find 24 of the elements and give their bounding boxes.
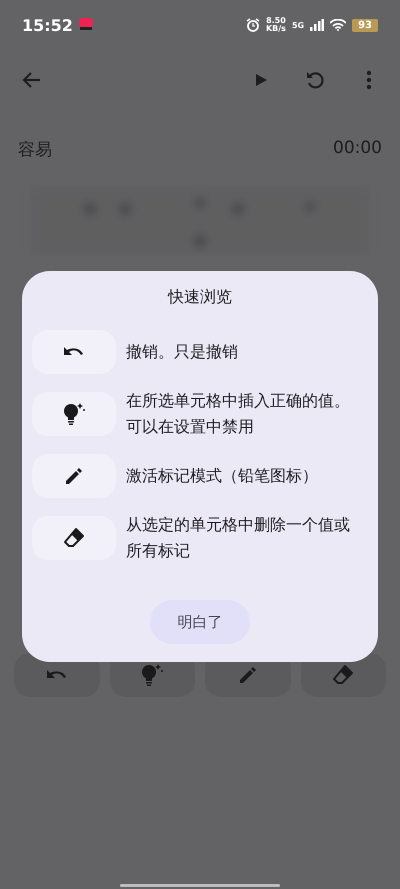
difficulty-label: 容易 (18, 139, 52, 161)
alarm-icon (246, 18, 260, 32)
feature-description: 撤销。只是撤销 (126, 341, 239, 363)
app-notification-icon (78, 18, 93, 32)
feature-description: 在所选单元格中插入正确的值。可以在设置中禁用 (126, 390, 351, 438)
lightbulb-icon (139, 662, 166, 688)
menu-icon[interactable] (366, 70, 372, 90)
network-type: 5G (292, 20, 304, 30)
eraser-icon (63, 527, 85, 549)
battery-level: 93 (352, 18, 378, 32)
pencil-icon (238, 665, 258, 685)
network-speed: 8.50 KB/s (266, 17, 286, 33)
wifi-icon (330, 19, 346, 31)
got-it-button[interactable]: 明白了 (150, 600, 250, 644)
signal-icon (310, 19, 324, 31)
status-time: 15:52 (22, 16, 73, 34)
play-icon[interactable] (254, 73, 268, 87)
lightbulb-icon (61, 401, 87, 427)
pencil-icon (64, 466, 84, 486)
timer: 00:00 (333, 138, 382, 160)
dialog-title: 快速浏览 (168, 287, 232, 308)
feature-description: 激活标记模式（铅笔图标） (126, 465, 319, 487)
feature-description: 从选定的单元格中删除一个值或所有标记 (126, 514, 351, 562)
eraser-icon (332, 664, 354, 686)
